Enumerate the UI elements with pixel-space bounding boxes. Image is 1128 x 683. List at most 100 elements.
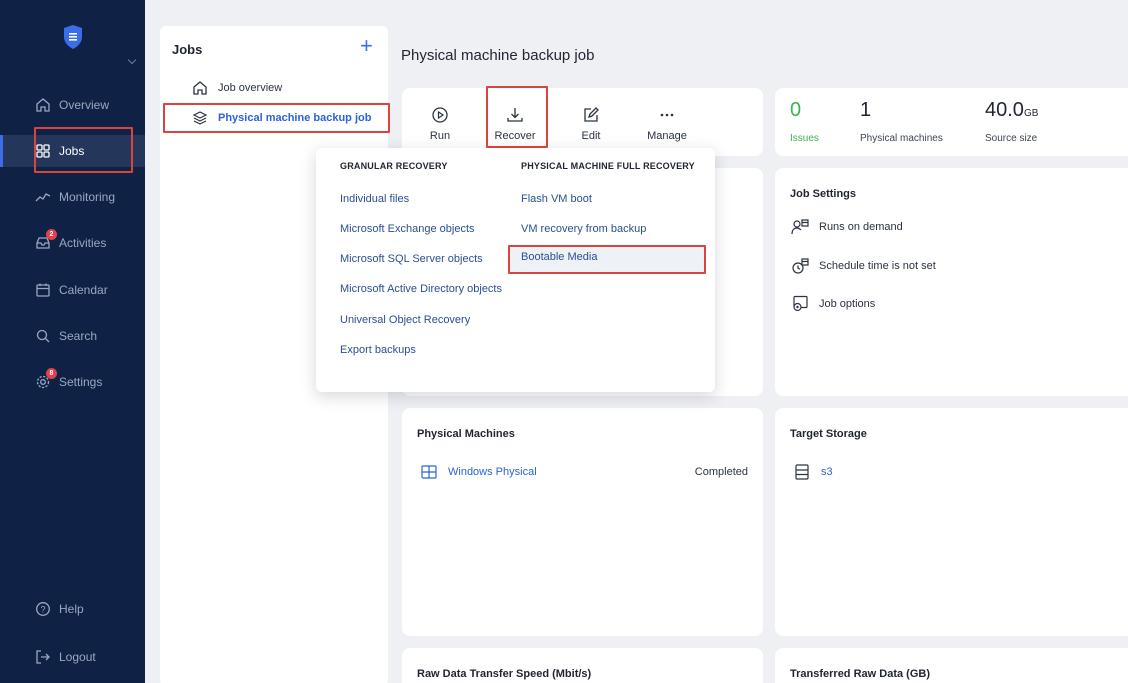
menu-item-sql-objects[interactable]: Microsoft SQL Server objects (340, 253, 483, 265)
nav-logout-label: Logout (59, 650, 96, 664)
machines-count: 1 (860, 99, 872, 121)
run-button[interactable]: Run (410, 106, 470, 142)
nav-help-label: Help (59, 602, 84, 616)
main-sidebar: Overview Jobs Monitoring 2 Activities Ca… (0, 0, 145, 683)
menu-item-universal-object-recovery[interactable]: Universal Object Recovery (340, 314, 470, 326)
menu-item-export-backups[interactable]: Export backups (340, 344, 416, 356)
machine-status: Completed (694, 466, 748, 478)
edit-icon (584, 107, 599, 122)
nav-calendar[interactable]: Calendar (0, 274, 145, 306)
settings-window-icon (793, 295, 808, 312)
job-options-label: Job options (819, 298, 876, 310)
machines-label: Physical machines (860, 133, 943, 144)
calendar-icon (34, 281, 52, 299)
full-recovery-heading: PHYSICAL MACHINE FULL RECOVERY (521, 161, 695, 171)
schedule-time: Schedule time is not set (791, 257, 936, 275)
tree-item-job-overview[interactable]: Job overview (192, 76, 282, 100)
menu-item-exchange-objects[interactable]: Microsoft Exchange objects (340, 223, 475, 235)
source-size-label: Source size (985, 133, 1038, 144)
recover-label: Recover (494, 130, 536, 142)
inbox-icon: 2 (34, 229, 57, 252)
play-icon (432, 107, 448, 123)
tree-item-label: Job overview (218, 82, 283, 94)
schedule-time-label: Schedule time is not set (819, 260, 936, 272)
machine-row[interactable]: Windows Physical (420, 463, 537, 481)
nav-overview-label: Overview (59, 98, 110, 112)
manage-label: Manage (647, 130, 687, 142)
search-icon (34, 327, 52, 345)
nav-monitoring-label: Monitoring (59, 190, 116, 204)
nav-settings-label: Settings (59, 375, 103, 389)
menu-item-vm-recovery-from-backup[interactable]: VM recovery from backup (521, 223, 646, 235)
source-size-value: 40.0GB (985, 99, 1038, 122)
app-logo[interactable] (62, 24, 84, 50)
nav-activities[interactable]: 2 Activities (0, 227, 145, 259)
storage-name: s3 (821, 466, 833, 478)
machine-name: Windows Physical (448, 466, 537, 478)
manage-button[interactable]: Manage (637, 106, 697, 142)
logout-icon (34, 648, 52, 666)
menu-item-ad-objects[interactable]: Microsoft Active Directory objects (340, 283, 502, 295)
jobs-panel-title: Jobs (172, 42, 203, 57)
home-icon (192, 80, 208, 96)
issues-count: 0 (790, 99, 802, 121)
recover-button[interactable]: Recover (485, 106, 545, 142)
more-icon (660, 113, 674, 117)
transfer-speed-card: Raw Data Transfer Speed (Mbit/s) (402, 648, 763, 683)
nav-overview[interactable]: Overview (0, 89, 145, 121)
menu-item-flash-vm-boot[interactable]: Flash VM boot (521, 193, 592, 205)
nav-calendar-label: Calendar (59, 283, 108, 297)
runs-on-demand-label: Runs on demand (819, 221, 903, 233)
nav-search-label: Search (59, 329, 98, 343)
stats-card: 0 Issues 1 Physical machines 40.0GB Sour… (775, 88, 1128, 156)
nav-activities-label: Activities (59, 236, 107, 250)
physical-machines-title: Physical Machines (417, 428, 515, 440)
layers-icon (192, 110, 208, 126)
menu-item-individual-files[interactable]: Individual files (340, 193, 409, 205)
nav-search[interactable]: Search (0, 320, 145, 352)
nav-jobs-label: Jobs (59, 144, 85, 158)
edit-button[interactable]: Edit (561, 106, 621, 142)
person-schedule-icon (791, 219, 809, 235)
issues-label[interactable]: Issues (790, 133, 819, 144)
nav-logout[interactable]: Logout (0, 641, 145, 673)
nav-jobs[interactable]: Jobs (0, 135, 145, 167)
download-icon (507, 108, 523, 122)
nav-help[interactable]: ? Help (0, 593, 145, 625)
run-label: Run (429, 130, 451, 142)
help-icon: ? (34, 600, 52, 618)
recovery-dropdown-menu: GRANULAR RECOVERY Individual files Micro… (316, 148, 715, 392)
add-job-button[interactable]: + (360, 35, 373, 57)
page-title: Physical machine backup job (401, 47, 595, 64)
home-icon (34, 96, 52, 114)
physical-machines-card: Physical Machines Windows Physical Compl… (402, 408, 763, 636)
nav-settings[interactable]: 8 Settings (0, 366, 145, 398)
svg-text:?: ? (40, 604, 45, 614)
chart-line-icon (34, 188, 52, 206)
settings-badge: 8 (46, 368, 57, 379)
transferred-data-card: Transferred Raw Data (GB) (775, 648, 1128, 683)
storage-icon (795, 464, 809, 480)
transfer-speed-title: Raw Data Transfer Speed (Mbit/s) (417, 668, 592, 680)
menu-item-bootable-media[interactable]: Bootable Media (508, 245, 704, 272)
source-size-unit: GB (1023, 108, 1039, 119)
collapse-caret-icon[interactable] (127, 55, 137, 65)
job-options-link[interactable]: Job options (791, 295, 875, 313)
edit-label: Edit (581, 130, 601, 142)
job-settings-card: Job Settings Runs on demand Schedule tim… (775, 168, 1128, 396)
target-storage-card: Target Storage s3 (775, 408, 1128, 636)
tree-item-label: Physical machine backup job (218, 112, 372, 124)
windows-icon (421, 465, 437, 479)
transferred-data-title: Transferred Raw Data (GB) (790, 668, 930, 680)
granular-recovery-heading: GRANULAR RECOVERY (340, 161, 448, 171)
source-size-number: 40.0 (985, 99, 1024, 121)
grid-icon (34, 142, 52, 160)
actions-card: Run Recover Edit Manage (402, 88, 763, 156)
job-settings-title: Job Settings (790, 188, 857, 200)
activities-badge: 2 (46, 229, 57, 240)
nav-monitoring[interactable]: Monitoring (0, 181, 145, 213)
storage-row[interactable]: s3 (793, 463, 833, 481)
target-storage-title: Target Storage (790, 428, 867, 440)
tree-item-physical-backup-job[interactable]: Physical machine backup job (192, 106, 371, 130)
gear-icon: 8 (34, 368, 57, 391)
